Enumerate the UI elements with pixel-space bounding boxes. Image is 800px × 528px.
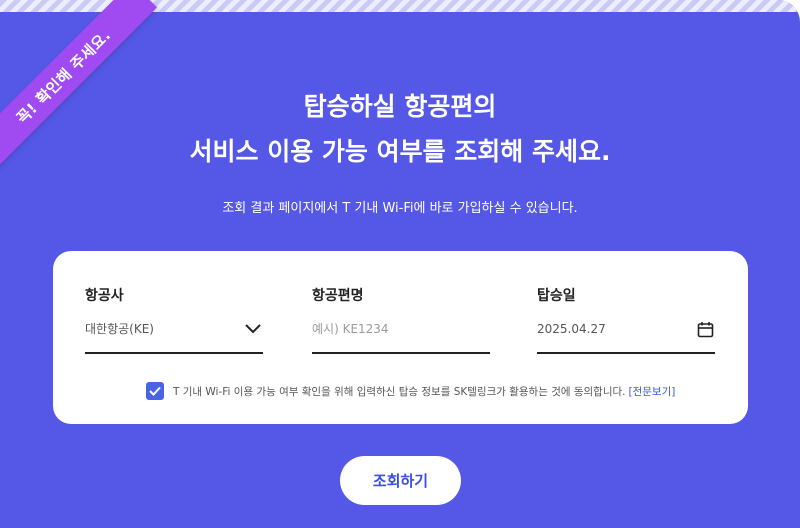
consent-text: T 기내 Wi-Fi 이용 가능 여부 확인을 위해 입력하신 탑승 정보를 S… — [173, 385, 626, 398]
notice-ribbon: 꼭! 확인해 주세요. — [0, 0, 158, 171]
calendar-icon[interactable] — [695, 319, 715, 339]
boarding-date-input[interactable]: 2025.04.27 — [537, 320, 606, 338]
airline-select[interactable]: 항공사 대한항공(KE) — [85, 285, 263, 355]
consent-checkbox[interactable] — [146, 382, 164, 400]
airline-value[interactable]: 대한항공(KE) — [85, 320, 154, 338]
flight-search-form: 항공사 대한항공(KE) 항공편명 예시) KE1234 탑승일 2025.04… — [53, 251, 748, 424]
boarding-date-underline — [537, 352, 715, 354]
flight-number-input[interactable]: 예시) KE1234 — [312, 320, 389, 338]
search-button[interactable]: 조회하기 — [340, 456, 461, 505]
boarding-date-field[interactable]: 탑승일 2025.04.27 — [537, 285, 715, 355]
flight-number-field[interactable]: 항공편명 예시) KE1234 — [312, 285, 490, 355]
chevron-down-icon[interactable] — [243, 319, 263, 339]
flight-number-label: 항공편명 — [312, 288, 364, 304]
check-icon — [149, 386, 161, 396]
page-subtitle: 조회 결과 페이지에서 T 기내 Wi-Fi에 바로 가입하실 수 있습니다. — [222, 201, 578, 216]
flight-number-underline — [312, 352, 490, 354]
airline-label: 항공사 — [85, 288, 124, 304]
consent-view-full-link[interactable]: [전문보기] — [629, 384, 676, 399]
boarding-date-label: 탑승일 — [537, 288, 576, 304]
notice-ribbon-container: 꼭! 확인해 주세요. — [0, 0, 210, 200]
airline-underline — [85, 352, 263, 354]
consent-row: T 기내 Wi-Fi 이용 가능 여부 확인을 위해 입력하신 탑승 정보를 S… — [146, 381, 675, 401]
